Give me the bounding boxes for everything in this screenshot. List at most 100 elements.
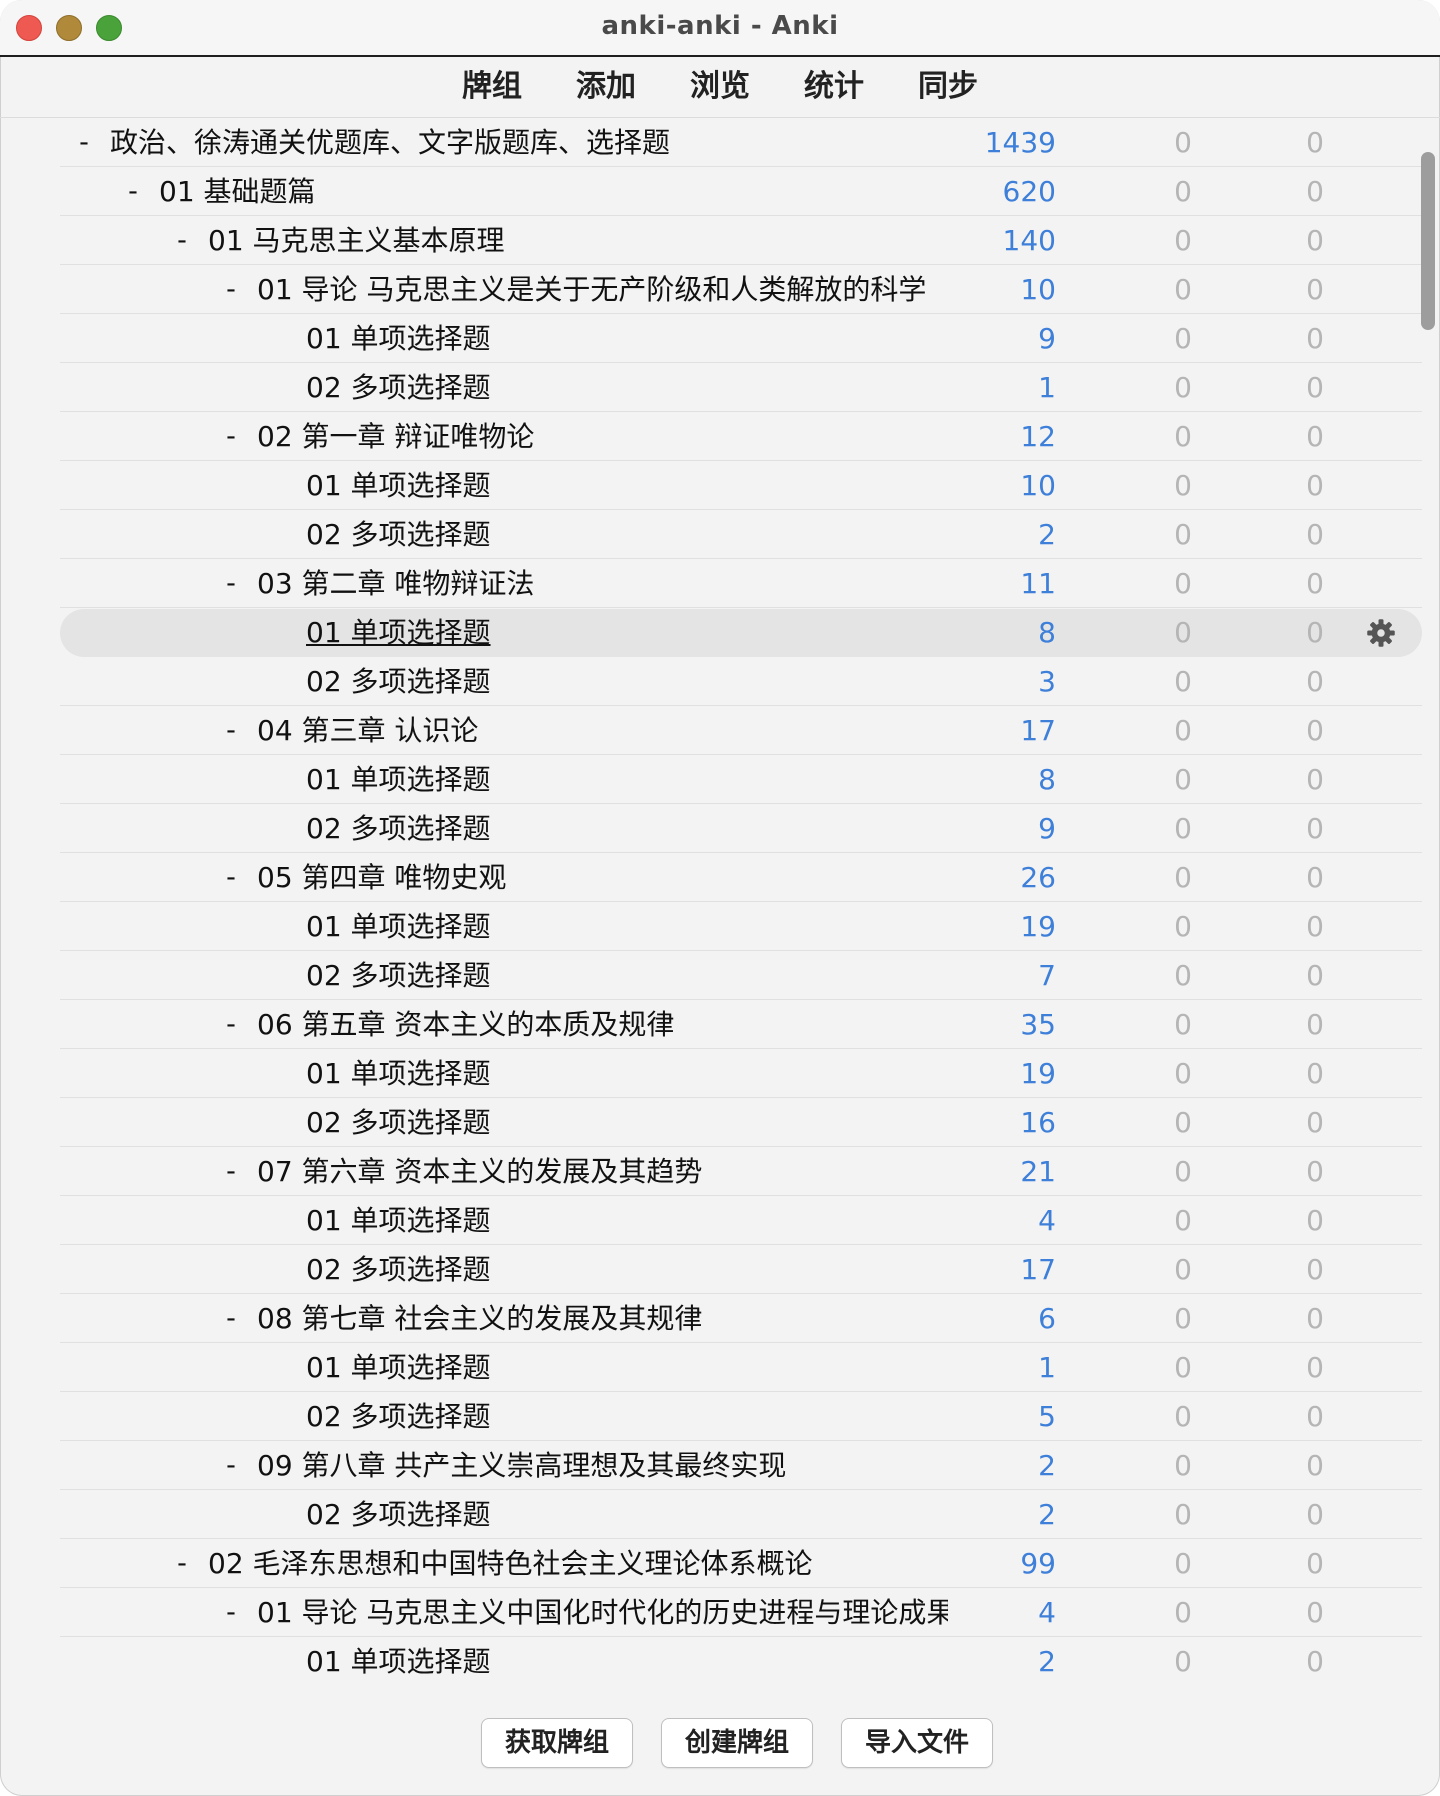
deck-row[interactable]: 02 多项选择题 5 0 0 <box>60 1393 1422 1441</box>
deck-name[interactable]: 02 多项选择题 <box>306 952 491 1000</box>
learn-count: 0 <box>1174 273 1192 306</box>
collapse-toggle[interactable]: - <box>221 413 241 461</box>
collapse-toggle[interactable]: - <box>221 1295 241 1343</box>
collapse-toggle[interactable]: - <box>172 217 192 265</box>
deck-name[interactable]: 02 多项选择题 <box>306 1099 491 1147</box>
deck-name[interactable]: 01 单项选择题 <box>306 1197 491 1245</box>
toolbar-decks[interactable]: 牌组 <box>462 57 522 117</box>
toolbar-sync[interactable]: 同步 <box>918 57 978 117</box>
learn-count: 0 <box>1174 1449 1192 1482</box>
deck-row[interactable]: - 政治、徐涛通关优题库、文字版题库、选择题 1439 0 0 <box>60 119 1422 167</box>
deck-row[interactable]: 02 多项选择题 1 0 0 <box>60 364 1422 412</box>
deck-name[interactable]: 01 单项选择题 <box>306 1050 491 1098</box>
collapse-toggle[interactable]: - <box>221 1148 241 1196</box>
title-bar: anki-anki - Anki <box>0 0 1440 57</box>
deck-row[interactable]: -03 第二章 唯物辩证法 11 0 0 <box>60 560 1422 608</box>
deck-row[interactable]: -05 第四章 唯物史观 26 0 0 <box>60 854 1422 902</box>
deck-name[interactable]: 04 第三章 认识论 <box>257 707 478 755</box>
deck-name[interactable]: 01 单项选择题 <box>306 609 491 657</box>
deck-row[interactable]: -02 第一章 辩证唯物论 12 0 0 <box>60 413 1422 461</box>
review-count: 0 <box>1306 1400 1324 1433</box>
deck-row[interactable]: 01 单项选择题 19 0 0 <box>60 1050 1422 1098</box>
learn-count: 0 <box>1174 861 1192 894</box>
deck-name[interactable]: 02 多项选择题 <box>306 1393 491 1441</box>
deck-row[interactable]: 01 单项选择题 19 0 0 <box>60 903 1422 951</box>
toolbar-add[interactable]: 添加 <box>576 57 636 117</box>
collapse-toggle[interactable]: - <box>221 1001 241 1049</box>
learn-count: 0 <box>1174 567 1192 600</box>
deck-name[interactable]: 02 多项选择题 <box>306 658 491 706</box>
deck-row[interactable]: 01 单项选择题 8 0 0 <box>60 609 1422 657</box>
deck-name[interactable]: 09 第八章 共产主义崇高理想及其最终实现 <box>257 1442 786 1490</box>
deck-row[interactable]: 01 单项选择题 4 0 0 <box>60 1197 1422 1245</box>
deck-name[interactable]: 01 导论 马克思主义中国化时代化的历史进程与理论成果 <box>257 1589 948 1637</box>
deck-name[interactable]: 02 多项选择题 <box>306 511 491 559</box>
collapse-toggle[interactable]: - <box>221 1589 241 1637</box>
deck-name[interactable]: 03 第二章 唯物辩证法 <box>257 560 534 608</box>
deck-row[interactable]: 01 单项选择题 10 0 0 <box>60 462 1422 510</box>
toolbar-browse[interactable]: 浏览 <box>690 57 750 117</box>
collapse-toggle[interactable]: - <box>221 1442 241 1490</box>
deck-name[interactable]: 01 单项选择题 <box>306 903 491 951</box>
collapse-toggle[interactable]: - <box>221 560 241 608</box>
deck-row[interactable]: 02 多项选择题 16 0 0 <box>60 1099 1422 1147</box>
deck-row[interactable]: 01 单项选择题 1 0 0 <box>60 1344 1422 1392</box>
get-shared-button[interactable]: 获取牌组 <box>481 1718 633 1768</box>
deck-row[interactable]: 02 多项选择题 2 0 0 <box>60 511 1422 559</box>
deck-name[interactable]: 01 马克思主义基本原理 <box>208 217 505 265</box>
deck-name[interactable]: 07 第六章 资本主义的发展及其趋势 <box>257 1148 702 1196</box>
collapse-toggle[interactable]: - <box>74 119 94 167</box>
deck-name[interactable]: 01 导论 马克思主义是关于无产阶级和人类解放的科学 <box>257 266 926 314</box>
deck-row[interactable]: 02 多项选择题 9 0 0 <box>60 805 1422 853</box>
review-count: 0 <box>1306 567 1324 600</box>
import-file-button[interactable]: 导入文件 <box>841 1718 993 1768</box>
collapse-toggle[interactable]: - <box>221 707 241 755</box>
toolbar-stats[interactable]: 统计 <box>804 57 864 117</box>
deck-row[interactable]: -01 基础题篇 620 0 0 <box>60 168 1422 216</box>
deck-name[interactable]: 02 多项选择题 <box>306 805 491 853</box>
deck-row[interactable]: 01 单项选择题 2 0 0 <box>60 1638 1422 1682</box>
collapse-toggle[interactable]: - <box>172 1540 192 1588</box>
deck-name[interactable]: 01 单项选择题 <box>306 462 491 510</box>
deck-row[interactable]: -01 导论 马克思主义是关于无产阶级和人类解放的科学 10 0 0 <box>60 266 1422 314</box>
deck-row[interactable]: -08 第七章 社会主义的发展及其规律 6 0 0 <box>60 1295 1422 1343</box>
deck-name[interactable]: 08 第七章 社会主义的发展及其规律 <box>257 1295 702 1343</box>
gear-icon[interactable] <box>1366 618 1396 648</box>
deck-name[interactable]: 01 单项选择题 <box>306 1344 491 1392</box>
deck-row[interactable]: 02 多项选择题 17 0 0 <box>60 1246 1422 1294</box>
deck-name[interactable]: 01 单项选择题 <box>306 756 491 804</box>
deck-row[interactable]: 01 单项选择题 9 0 0 <box>60 315 1422 363</box>
deck-row[interactable]: -06 第五章 资本主义的本质及规律 35 0 0 <box>60 1001 1422 1049</box>
new-count: 5 <box>1038 1400 1056 1433</box>
deck-name[interactable]: 01 单项选择题 <box>306 1638 491 1682</box>
deck-row[interactable]: -02 毛泽东思想和中国特色社会主义理论体系概论 99 0 0 <box>60 1540 1422 1588</box>
deck-name[interactable]: 政治、徐涛通关优题库、文字版题库、选择题 <box>110 119 670 167</box>
deck-name[interactable]: 02 多项选择题 <box>306 1246 491 1294</box>
collapse-toggle[interactable]: - <box>123 168 143 216</box>
deck-row[interactable]: -01 马克思主义基本原理 140 0 0 <box>60 217 1422 265</box>
deck-row[interactable]: -09 第八章 共产主义崇高理想及其最终实现 2 0 0 <box>60 1442 1422 1490</box>
learn-count: 0 <box>1174 812 1192 845</box>
deck-name[interactable]: 06 第五章 资本主义的本质及规律 <box>257 1001 674 1049</box>
deck-row[interactable]: 02 多项选择题 3 0 0 <box>60 658 1422 706</box>
deck-row[interactable]: -01 导论 马克思主义中国化时代化的历史进程与理论成果 4 0 0 <box>60 1589 1422 1637</box>
new-count: 9 <box>1038 322 1056 355</box>
deck-row[interactable]: 02 多项选择题 2 0 0 <box>60 1491 1422 1539</box>
collapse-toggle[interactable]: - <box>221 266 241 314</box>
deck-name[interactable]: 02 毛泽东思想和中国特色社会主义理论体系概论 <box>208 1540 813 1588</box>
deck-row[interactable]: -07 第六章 资本主义的发展及其趋势 21 0 0 <box>60 1148 1422 1196</box>
deck-row[interactable]: 02 多项选择题 7 0 0 <box>60 952 1422 1000</box>
deck-row[interactable]: -04 第三章 认识论 17 0 0 <box>60 707 1422 755</box>
new-count: 2 <box>1038 1645 1056 1678</box>
collapse-toggle[interactable]: - <box>221 854 241 902</box>
create-deck-button[interactable]: 创建牌组 <box>661 1718 813 1768</box>
deck-name[interactable]: 02 第一章 辩证唯物论 <box>257 413 534 461</box>
deck-row[interactable]: 01 单项选择题 8 0 0 <box>60 756 1422 804</box>
deck-name[interactable]: 01 单项选择题 <box>306 315 491 363</box>
new-count: 99 <box>1020 1547 1056 1580</box>
deck-name[interactable]: 02 多项选择题 <box>306 364 491 412</box>
scrollbar-thumb[interactable] <box>1421 152 1435 330</box>
deck-name[interactable]: 01 基础题篇 <box>159 168 316 216</box>
deck-name[interactable]: 05 第四章 唯物史观 <box>257 854 506 902</box>
deck-name[interactable]: 02 多项选择题 <box>306 1491 491 1539</box>
